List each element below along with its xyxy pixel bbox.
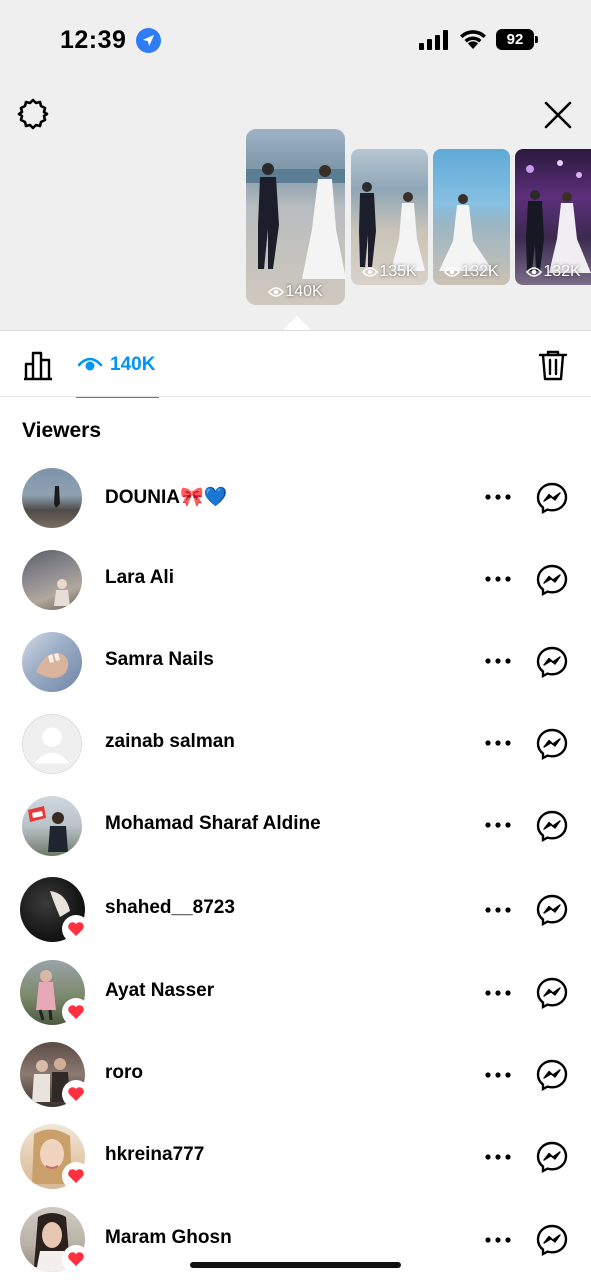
viewer-row[interactable]: Mohamad Sharaf Aldine [0,796,591,878]
more-options-icon[interactable] [484,567,512,591]
story-thumbnail[interactable]: 132K [515,149,591,285]
messenger-icon[interactable] [536,977,568,1009]
story-strip-area: 12:39 92 140K 135K 132K 132K [0,0,591,330]
avatar[interactable] [22,714,82,774]
heart-icon [68,1005,84,1019]
viewer-row[interactable]: Samra Nails [0,632,591,714]
more-options-icon[interactable] [484,1228,512,1252]
viewers-count: 140K [110,354,156,375]
story-view-count: 132K [543,263,581,280]
avatar[interactable] [22,632,82,692]
messenger-icon[interactable] [536,564,568,596]
viewer-row[interactable]: hkreina777 [0,1124,591,1206]
eye-icon [78,357,102,371]
messenger-icon[interactable] [536,482,568,514]
viewer-username[interactable]: zainab salman [105,731,235,753]
messenger-icon[interactable] [536,1141,568,1173]
more-options-icon[interactable] [484,813,512,837]
default-avatar-icon [34,727,70,764]
messenger-icon[interactable] [536,1224,568,1256]
viewer-username[interactable]: shahed__8723 [105,897,235,919]
story-view-count: 140K [285,283,323,300]
heart-icon [68,1252,84,1266]
viewer-username[interactable]: Mohamad Sharaf Aldine [105,813,321,835]
messenger-icon[interactable] [536,646,568,678]
viewer-username[interactable]: hkreina777 [105,1144,204,1166]
tab-viewers[interactable]: 140K [76,331,159,398]
messenger-icon[interactable] [536,1059,568,1091]
messenger-icon[interactable] [536,810,568,842]
more-options-icon[interactable] [484,1063,512,1087]
story-view-count: 135K [379,263,417,280]
viewer-row[interactable]: shahed__8723 [0,877,591,959]
trash-icon[interactable] [538,349,568,381]
insights-bar-chart-icon[interactable] [22,349,54,381]
heart-icon [68,1087,84,1101]
close-icon[interactable] [541,98,575,132]
location-arrow-icon [136,28,161,53]
viewer-username[interactable]: roro [105,1062,143,1084]
selected-story-pointer [283,316,311,330]
messenger-icon[interactable] [536,728,568,760]
viewer-row[interactable]: Ayat Nasser [0,960,591,1042]
viewer-row[interactable]: Maram Ghosn [0,1207,591,1280]
story-thumbnail[interactable]: 135K [351,149,428,285]
more-options-icon[interactable] [484,731,512,755]
viewer-row[interactable]: roro [0,1042,591,1124]
wifi-icon [460,30,486,49]
story-view-count: 132K [461,263,499,280]
liked-heart-badge [62,915,90,943]
avatar[interactable] [22,796,82,856]
more-options-icon[interactable] [484,1145,512,1169]
viewer-username[interactable]: Samra Nails [105,649,214,671]
story-thumbnail[interactable]: 132K [433,149,510,285]
more-options-icon[interactable] [484,898,512,922]
viewer-username[interactable]: Maram Ghosn [105,1227,232,1249]
battery-level: 92 [496,29,534,50]
viewers-heading: Viewers [22,419,102,442]
status-time: 12:39 [60,26,127,54]
viewer-row[interactable]: DOUNIA🎀💙 [0,468,591,550]
more-options-icon[interactable] [484,649,512,673]
liked-heart-badge [62,1162,90,1190]
heart-icon [68,922,84,936]
settings-gear-icon[interactable] [16,97,50,131]
home-indicator[interactable] [190,1262,401,1268]
more-options-icon[interactable] [484,981,512,1005]
cellular-signal-icon [419,30,448,50]
messenger-icon[interactable] [536,894,568,926]
story-thumbnail-selected[interactable]: 140K [246,129,345,305]
avatar[interactable] [22,468,82,528]
viewer-row[interactable]: zainab salman [0,714,591,796]
story-insights-tabs: 140K [0,330,591,398]
battery-indicator: 92 [496,29,540,51]
liked-heart-badge [62,998,90,1026]
viewer-username[interactable]: Ayat Nasser [105,980,214,1002]
viewer-row[interactable]: Lara Ali [0,550,591,632]
avatar[interactable] [22,550,82,610]
heart-icon [68,1169,84,1183]
liked-heart-badge [62,1080,90,1108]
liked-heart-badge [62,1245,90,1273]
viewer-username[interactable]: Lara Ali [105,567,174,589]
viewer-username[interactable]: DOUNIA🎀💙 [105,485,227,509]
more-options-icon[interactable] [484,485,512,509]
